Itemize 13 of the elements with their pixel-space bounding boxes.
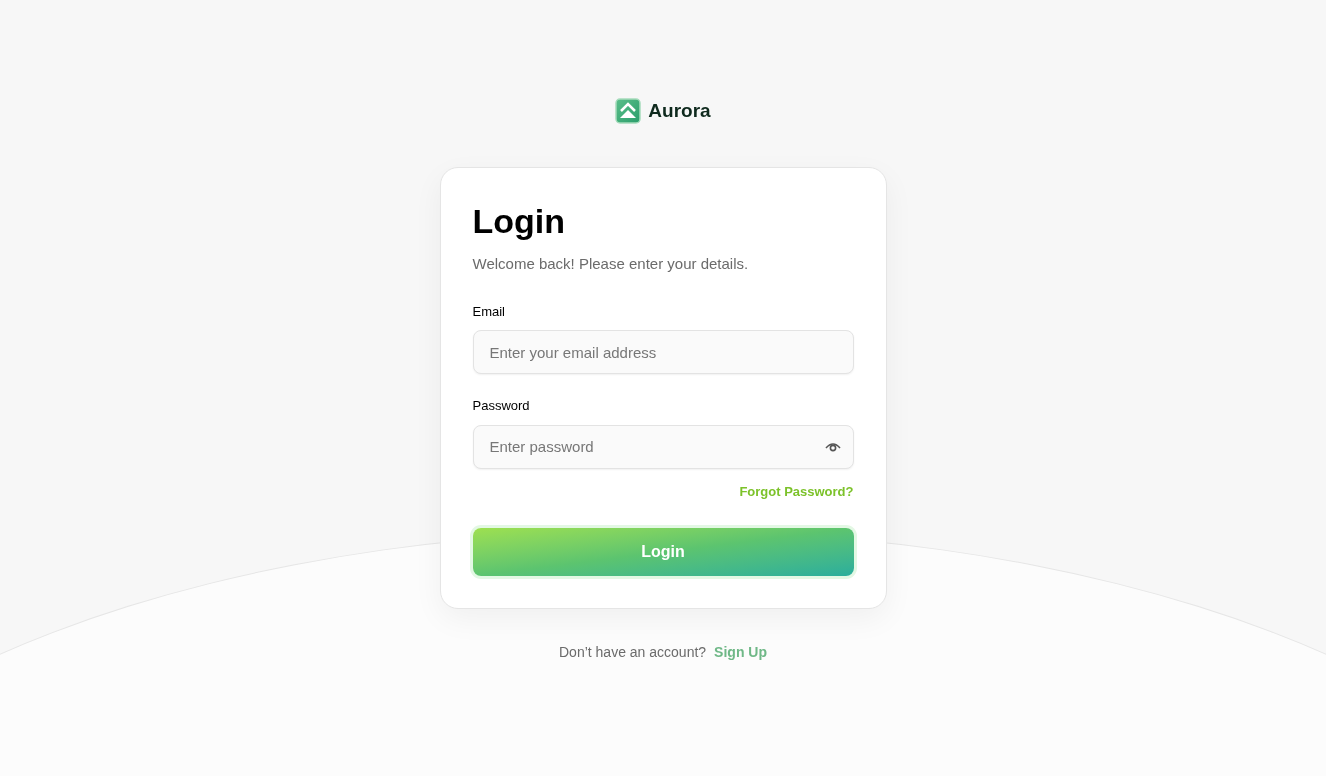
sign-up-link[interactable]: Sign Up bbox=[714, 642, 767, 663]
field-label: Password bbox=[472, 397, 531, 415]
signup-prompt: Don’t have an account? bbox=[559, 643, 707, 662]
card-title: Login bbox=[472, 201, 567, 241]
logo-icon bbox=[615, 98, 642, 124]
login-button[interactable]: Login bbox=[472, 528, 854, 576]
email-field[interactable]: Enter your email address bbox=[472, 330, 854, 374]
card-subtitle: Welcome back! Please enter your details. bbox=[472, 254, 750, 274]
password-field[interactable]: Enter password bbox=[472, 424, 854, 469]
forgot-password-link[interactable]: Forgot Password? bbox=[739, 481, 854, 501]
field-label: Email bbox=[472, 302, 506, 321]
brand-name: Aurora bbox=[648, 98, 711, 123]
eye-icon[interactable] bbox=[823, 440, 842, 453]
